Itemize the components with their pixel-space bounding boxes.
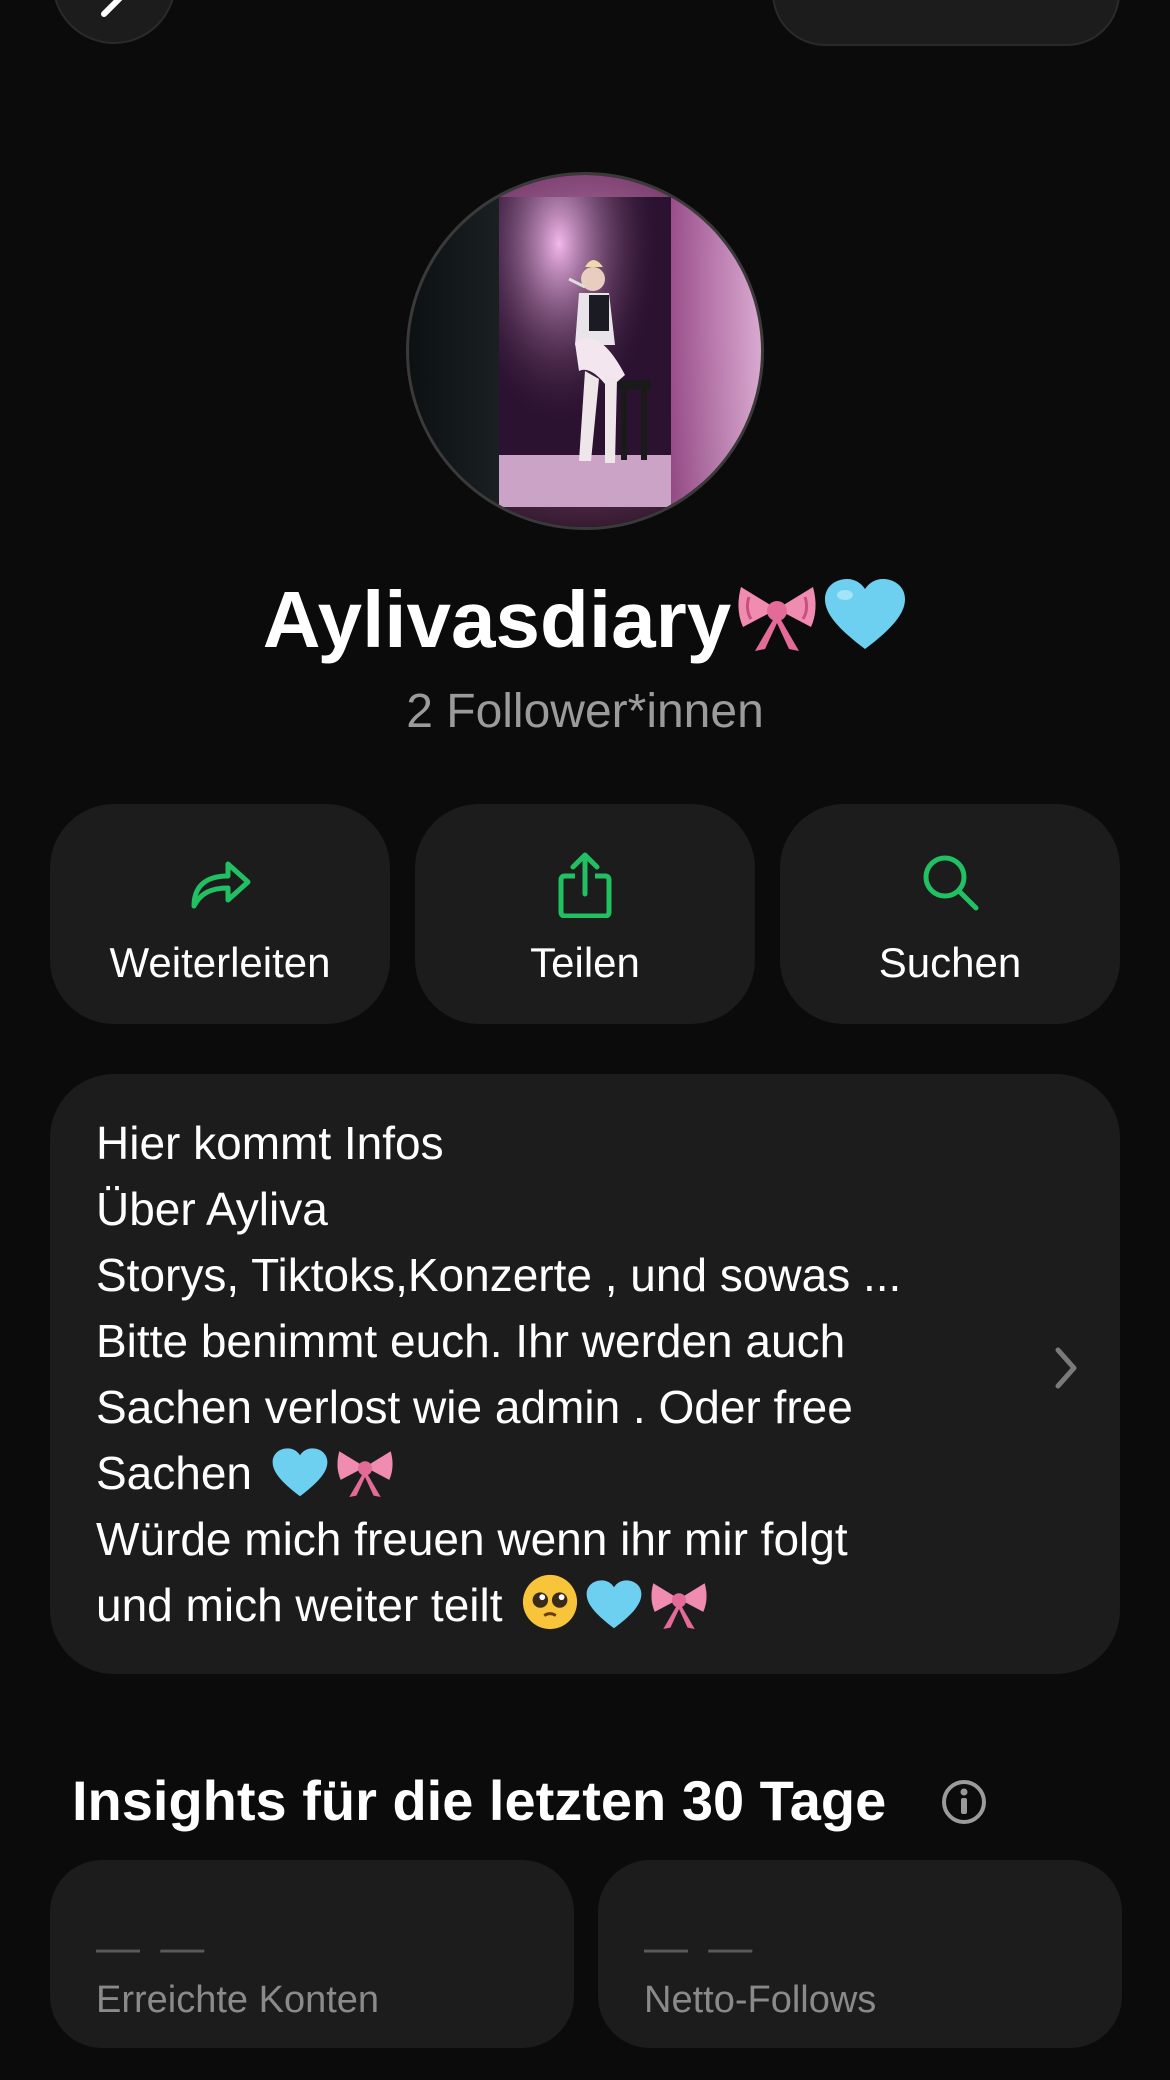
share-label: Teilen	[530, 939, 640, 986]
ribbon-icon	[649, 1577, 709, 1648]
search-button[interactable]: Suchen	[780, 804, 1120, 1024]
bio-line-emoji: Sachen	[96, 1440, 1036, 1506]
channel-name: Aylivasdiary	[0, 570, 1170, 676]
bio-line: Storys, Tiktoks,Konzerte , und sowas ...	[96, 1249, 902, 1301]
stat-value: — —	[644, 1923, 757, 1972]
share-icon	[558, 852, 612, 919]
forward-label: Weiterleiten	[109, 939, 331, 986]
stat-net-follows[interactable]: — — Netto-Follows	[598, 1860, 1122, 2048]
back-button[interactable]	[52, 0, 176, 44]
ribbon-icon	[735, 576, 819, 676]
insights-title: Insights für die letzten 30 Tage	[72, 1769, 887, 1832]
bio-line-text: und mich weiter teilt	[96, 1579, 503, 1631]
chevron-right-icon	[1054, 1346, 1078, 1395]
bio-line: Sachen verlost wie admin . Oder free	[96, 1381, 853, 1433]
channel-name-text: Aylivasdiary	[262, 575, 732, 664]
bio-line: Bitte benimmt euch. Ihr werden auch	[96, 1315, 846, 1367]
search-icon	[923, 855, 979, 911]
channel-description[interactable]: Hier kommt Infos Über Ayliva Storys, Tik…	[50, 1074, 1120, 1674]
channel-avatar	[406, 172, 764, 530]
top-action-pill[interactable]	[772, 0, 1120, 46]
pleading-face-icon	[521, 1573, 579, 1648]
chevron-left-icon	[101, 0, 123, 17]
stat-label: Erreichte Konten	[96, 1979, 380, 2021]
stat-reached-accounts[interactable]: — — Erreichte Konten	[50, 1860, 574, 2048]
forward-arrow-icon	[191, 861, 251, 909]
followers-count: 2 Follower*innen	[406, 685, 764, 738]
light-blue-heart-icon	[823, 576, 907, 676]
bio-line: Über Ayliva	[96, 1183, 328, 1235]
bio-line: Würde mich freuen wenn ihr mir folgt	[96, 1513, 848, 1565]
bio-line: Hier kommt Infos	[96, 1117, 444, 1169]
stat-label: Netto-Follows	[644, 1979, 877, 2021]
search-label: Suchen	[878, 939, 1022, 986]
light-blue-heart-icon	[585, 1579, 643, 1648]
bio-line-text: Sachen	[96, 1447, 253, 1499]
info-icon[interactable]	[940, 1778, 988, 1831]
forward-button[interactable]: Weiterleiten	[50, 804, 390, 1024]
action-row: Weiterleiten Teilen Suchen	[50, 804, 1120, 1024]
bio-line-emoji: und mich weiter teilt	[96, 1572, 1036, 1638]
share-button[interactable]: Teilen	[415, 804, 755, 1024]
stat-value: — —	[96, 1923, 209, 1972]
